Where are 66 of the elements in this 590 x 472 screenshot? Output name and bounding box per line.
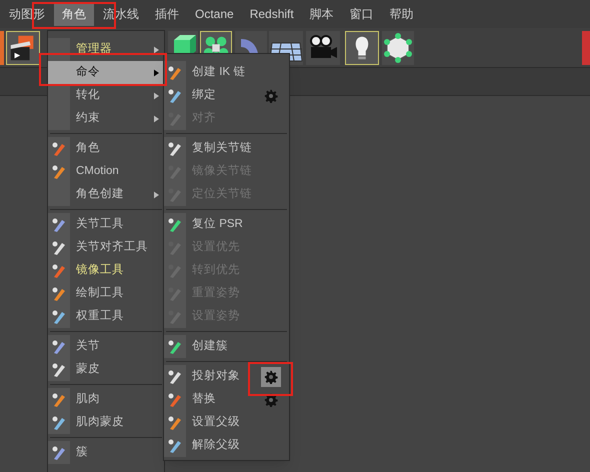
menu-item[interactable]: 角色 xyxy=(54,2,94,26)
menu-item[interactable]: 关节对齐工具 xyxy=(48,236,164,259)
menu-item[interactable]: 关节工具 xyxy=(48,213,164,236)
menu-item[interactable]: 管理器 xyxy=(48,38,164,61)
tool-icon xyxy=(51,392,67,408)
menu-item[interactable]: 簇 xyxy=(48,441,164,464)
tool-icon xyxy=(167,338,183,354)
menu-item[interactable]: 复位 PSR xyxy=(164,213,289,236)
menu-item[interactable]: 帮助 xyxy=(382,2,421,26)
clapboard-icon[interactable] xyxy=(6,30,40,64)
tool-icon xyxy=(51,164,67,180)
menu-item[interactable]: 权重工具 xyxy=(48,305,164,328)
light-bulb-icon[interactable] xyxy=(345,30,379,64)
menu-item[interactable]: 关节 xyxy=(48,335,164,358)
menu-item[interactable]: 投射对象 xyxy=(164,365,289,388)
camera-icon[interactable] xyxy=(306,30,340,64)
menu-item[interactable]: Redshift xyxy=(242,2,301,26)
tool-icon xyxy=(51,308,67,324)
tool-icon xyxy=(51,216,67,232)
menu-item[interactable]: 角色 xyxy=(48,137,164,160)
tool-icon xyxy=(51,362,67,378)
submenu-arrow-icon xyxy=(154,46,159,54)
menu-item[interactable]: 肌肉 xyxy=(48,388,164,411)
settings-icon[interactable] xyxy=(261,366,281,386)
menu-item[interactable]: 插件 xyxy=(148,2,186,26)
menu-item[interactable]: 流水线 xyxy=(96,2,146,26)
tool-icon xyxy=(51,338,67,354)
menu-item[interactable]: Octane xyxy=(188,2,241,26)
menu-item[interactable]: 创建 IK 链 xyxy=(164,61,289,84)
tool-icon xyxy=(167,368,183,384)
tool-icon xyxy=(51,286,67,302)
tool-icon xyxy=(167,64,183,80)
submenu-arrow-icon xyxy=(154,190,159,198)
cube-nodes-icon[interactable] xyxy=(382,30,414,64)
menu-item[interactable]: 绘制工具 xyxy=(48,282,164,305)
tool-icon xyxy=(167,438,183,454)
menu-item[interactable]: 动图形 xyxy=(2,2,52,26)
menu-item[interactable]: 肌肉蒙皮 xyxy=(48,411,164,434)
tool-icon xyxy=(51,262,67,278)
menu-item[interactable]: 复制关节链 xyxy=(164,137,289,160)
menu-item[interactable]: CMotion xyxy=(48,160,164,183)
menu-item[interactable]: 绑定 xyxy=(164,84,289,107)
tool-icon xyxy=(51,414,67,430)
tool-icon xyxy=(167,392,183,408)
tool-icon xyxy=(51,444,67,460)
menu-item[interactable]: 窗口 xyxy=(342,2,381,26)
submenu-arrow-icon xyxy=(154,114,159,122)
submenu-arrow-icon xyxy=(154,92,159,100)
menu-item[interactable]: 约束 xyxy=(48,107,164,130)
tool-icon xyxy=(167,140,183,156)
menu-item[interactable]: 角色创建 xyxy=(48,183,164,206)
tool-icon xyxy=(167,414,183,430)
submenu-arrow-icon xyxy=(154,68,159,76)
menu-item[interactable]: 创建簇 xyxy=(164,335,289,358)
menu-item[interactable]: 镜像工具 xyxy=(48,259,164,282)
menu-item[interactable]: 解除父级 xyxy=(164,434,289,457)
tool-icon xyxy=(167,88,183,104)
menu-item[interactable]: 脚本 xyxy=(302,2,341,26)
menu-item[interactable]: 蒙皮 xyxy=(48,358,164,381)
tool-icon xyxy=(167,216,183,232)
menu-item[interactable]: 转化 xyxy=(48,84,164,107)
menu-item[interactable]: 替换 xyxy=(164,388,289,411)
tool-icon xyxy=(51,240,67,256)
annotation-box xyxy=(248,362,293,396)
tool-icon xyxy=(51,140,67,156)
menu-item[interactable]: 设置父级 xyxy=(164,411,289,434)
